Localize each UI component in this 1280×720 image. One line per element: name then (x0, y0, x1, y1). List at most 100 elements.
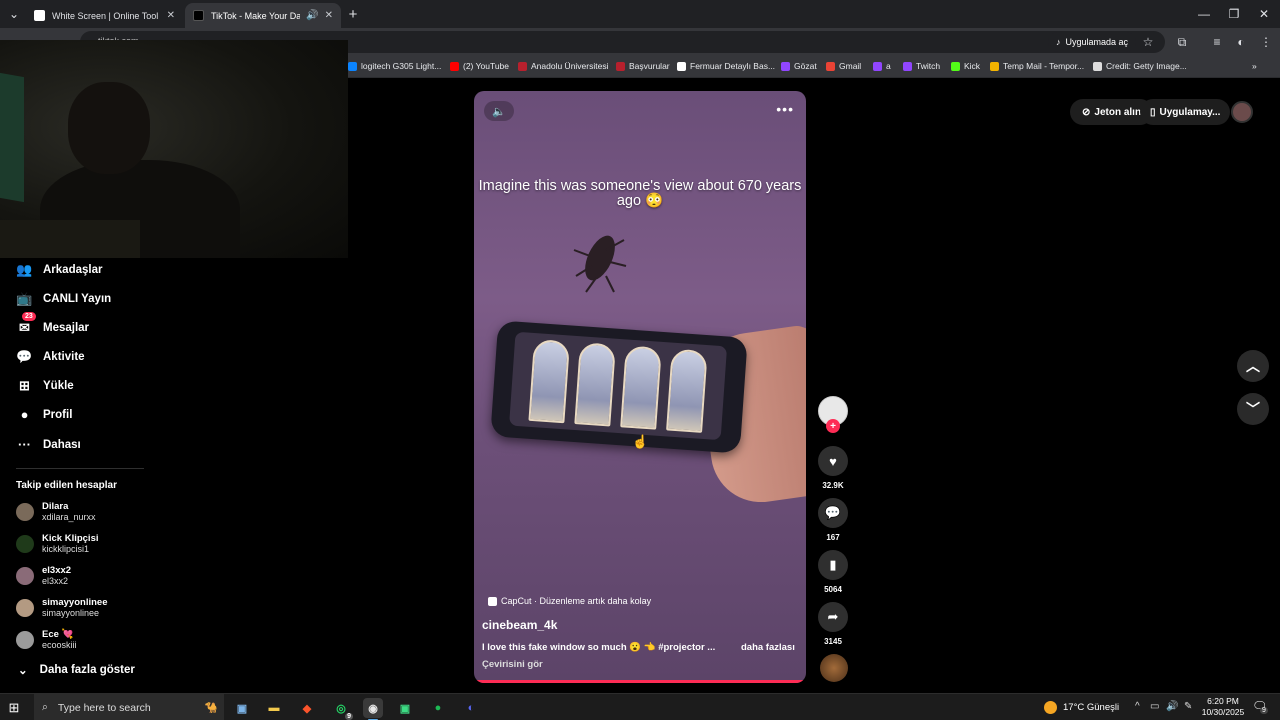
share-action[interactable]: ➦ 3145 (817, 602, 849, 646)
bookmark-favicon-icon (616, 61, 625, 71)
video-player[interactable]: 🔈 ••• Imagine this was someone's view ab… (474, 91, 806, 683)
see-more-accounts-button[interactable]: ⌄ Daha fazla göster (18, 663, 135, 677)
tab-search-chevron-icon[interactable]: ⌄ (6, 0, 22, 28)
bookmark-fermuar[interactable]: Fermuar Detaylı Bas... (677, 61, 775, 71)
avatar (16, 631, 34, 649)
bookmark-youtube[interactable]: (2) YouTube (450, 61, 509, 71)
bookmark-label: Gözat (794, 61, 817, 71)
bookmark-kick[interactable]: Kick (951, 61, 980, 71)
like-count: 32.9K (822, 481, 844, 490)
tab-tiktok[interactable]: TikTok - Make Your Day 🔊 ✕ (185, 3, 341, 28)
bookmark-label: Başvurular (629, 61, 670, 71)
account-handle: ecooskiii (42, 640, 77, 650)
open-in-app-button[interactable]: ♪ Uygulamada aç (1048, 32, 1137, 52)
tray-chevron-icon[interactable]: ^ (1135, 701, 1140, 712)
notification-center-icon[interactable]: 🗨 9 (1252, 699, 1268, 714)
bookmark-logitech[interactable]: logitech G305 Light... (348, 61, 441, 71)
bookmark-getty[interactable]: Credit: Getty Image... (1093, 61, 1187, 71)
restore-window-icon[interactable]: ❐ (1226, 0, 1242, 28)
tab-white-screen[interactable]: White Screen | Online Tool ✕ (26, 3, 183, 28)
profile-avatar-icon[interactable]: ◐ (1231, 32, 1251, 52)
task-view-icon[interactable]: ▣ (232, 698, 252, 718)
following-account[interactable]: Ece 💘 ecooskiii (16, 629, 77, 651)
music-disc-icon[interactable] (820, 654, 848, 682)
sidebar-item-activity[interactable]: 💬 Aktivite (16, 348, 84, 365)
sidebar-item-profile[interactable]: ● Profil (16, 406, 73, 423)
windows-start-icon[interactable]: ⊞ (6, 700, 22, 716)
previous-video-button[interactable]: ︿ (1237, 350, 1269, 382)
bookmarks-overflow-icon[interactable]: » (1252, 61, 1257, 71)
whatsapp-icon[interactable]: ◎ 9 (331, 698, 353, 720)
media-control-icon[interactable]: ≡ (1207, 32, 1227, 52)
browser-menu-icon[interactable]: ⋮ (1256, 32, 1276, 52)
capcut-link[interactable]: CapCut · Düzenleme artık daha kolay (488, 596, 651, 606)
pen-icon[interactable]: ✎ (1184, 701, 1192, 712)
close-window-icon[interactable]: ✕ (1256, 0, 1272, 28)
bookmark-label: Anadolu Üniversitesi (531, 61, 609, 71)
get-coins-label: Jeton alın (1094, 106, 1142, 118)
account-handle: simayyonlinee (42, 608, 100, 618)
taskbar-clock[interactable]: 6:20 PM 10/30/2025 (1198, 696, 1248, 718)
weather-widget[interactable]: 17°C Güneşli (1044, 701, 1119, 714)
get-app-button[interactable]: ▯ Uygulamay... (1140, 99, 1231, 125)
sidebar-item-upload[interactable]: ⊞ Yükle (16, 377, 74, 394)
volume-icon[interactable]: 🔈 (484, 101, 514, 121)
bookmark-basvurular[interactable]: Başvurular (616, 61, 670, 71)
file-explorer-icon[interactable]: ▬ (264, 698, 284, 718)
sidebar-item-messages[interactable]: ✉ 23 Mesajlar (16, 312, 89, 336)
sidebar-item-label: Profil (43, 408, 73, 421)
clock-time: 6:20 PM (1207, 696, 1239, 706)
bookmark-gmail[interactable]: Gmail (826, 61, 861, 71)
bookmark-anadolu[interactable]: Anadolu Üniversitesi (518, 61, 608, 71)
like-action[interactable]: ♥ 32.9K (817, 446, 849, 490)
follow-plus-icon[interactable]: + (826, 419, 840, 433)
minimize-window-icon[interactable]: — (1196, 0, 1212, 28)
new-tab-button[interactable]: + (345, 0, 361, 28)
following-account[interactable]: Kick Klipçisi kickklipcisi1 (16, 533, 99, 555)
extensions-icon[interactable]: ⧉ (1172, 32, 1192, 52)
comment-action[interactable]: 💬 167 (817, 498, 849, 542)
comment-icon[interactable]: 💬 (818, 498, 848, 528)
bookmark-favicon-icon (518, 61, 527, 71)
video-menu-icon[interactable]: ••• (776, 101, 794, 117)
next-video-button[interactable]: ﹀ (1237, 393, 1269, 425)
bookmark-icon[interactable]: ▮ (818, 550, 848, 580)
taskbar-search-box[interactable]: ⌕ Type here to search 🐪 (34, 694, 224, 720)
video-author[interactable]: cinebeam_4k (482, 618, 557, 632)
bookmark-twitch[interactable]: Twitch (903, 61, 940, 71)
close-tab-icon[interactable]: ✕ (325, 10, 333, 21)
see-more-description-button[interactable]: daha fazlası (741, 642, 795, 653)
bookmark-label: Twitch (916, 61, 941, 71)
discord-icon[interactable]: ◐ (461, 698, 481, 718)
video-progress-bar[interactable] (474, 680, 806, 683)
profile-icon: ● (20, 407, 29, 422)
share-count: 3145 (824, 637, 842, 646)
spotify-icon[interactable]: ● (428, 698, 448, 718)
share-icon[interactable]: ➦ (818, 602, 848, 632)
sidebar-item-more[interactable]: ··· Dahası (16, 436, 81, 453)
close-tab-icon[interactable]: ✕ (167, 10, 175, 21)
app-green-icon[interactable]: ▣ (395, 698, 415, 718)
account-handle: xdilara_nurxx (42, 512, 96, 522)
heart-icon[interactable]: ♥ (818, 446, 848, 476)
following-account[interactable]: Dilara xdilara_nurxx (16, 501, 96, 523)
sidebar-item-friends[interactable]: 👥 Arkadaşlar (16, 261, 102, 278)
tab-audio-icon[interactable]: 🔊 (306, 10, 318, 21)
user-profile-avatar[interactable] (1231, 101, 1253, 123)
bookmark-star-icon[interactable]: ☆ (1138, 32, 1158, 52)
sidebar-item-live[interactable]: 📺 CANLI Yayın (16, 290, 111, 307)
see-translation-button[interactable]: Çevirisini gör (482, 659, 543, 670)
account-name: el3xx2 (42, 565, 72, 576)
chevron-up-icon: ︿ (1246, 358, 1260, 374)
bookmark-temp-mail[interactable]: Temp Mail - Tempor... (990, 61, 1084, 71)
video-description: I love this fake window so much 😮 👈 #pro… (482, 642, 716, 653)
bookmark-a[interactable]: a (873, 61, 891, 71)
chrome-icon[interactable]: ◉ (363, 698, 383, 720)
following-account[interactable]: simayyonlinee simayyonlinee (16, 597, 107, 619)
network-icon[interactable]: ▭ (1150, 701, 1159, 712)
bookmark-gozat[interactable]: Gözat (781, 61, 817, 71)
following-account[interactable]: el3xx2 el3xx2 (16, 565, 71, 587)
save-action[interactable]: ▮ 5064 (817, 550, 849, 594)
brave-icon[interactable]: ◆ (297, 698, 317, 718)
volume-tray-icon[interactable]: 🔊 (1166, 701, 1178, 712)
